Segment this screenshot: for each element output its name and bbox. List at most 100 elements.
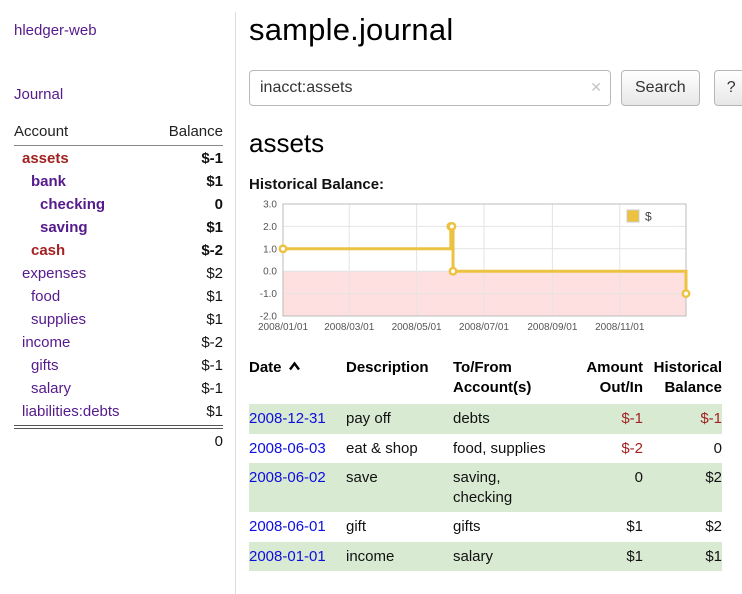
- description-cell: income: [346, 542, 453, 572]
- account-row: gifts $-1: [14, 354, 223, 377]
- journal-table-body: 2008-12-31pay offdebts$-1$-12008-06-03ea…: [249, 404, 722, 571]
- column-header-description: Description: [346, 356, 453, 404]
- account-row: assets $-1: [14, 147, 223, 170]
- account-balance: $1: [206, 403, 223, 420]
- search-input[interactable]: [249, 70, 611, 106]
- account-balance: $-2: [201, 242, 223, 259]
- chart-title: Historical Balance:: [249, 176, 722, 193]
- date-link[interactable]: 2008-12-31: [249, 410, 326, 427]
- account-row: food $1: [14, 285, 223, 308]
- svg-text:2.0: 2.0: [263, 222, 277, 233]
- svg-text:3.0: 3.0: [263, 200, 277, 211]
- journal-table-header-row: Date Description To/From Account(s) Amou…: [249, 356, 722, 404]
- accounts-cell: saving, checking: [453, 463, 565, 512]
- account-row: bank $1: [14, 170, 223, 193]
- accounts-cell: debts: [453, 404, 565, 434]
- amount-cell: 0: [565, 463, 643, 512]
- amount-cell: $1: [565, 512, 643, 542]
- main-content: sample.journal ✕ Search ? assets Histori…: [237, 12, 742, 571]
- account-link[interactable]: supplies: [14, 311, 86, 328]
- account-balance: $1: [206, 219, 223, 236]
- balance-cell: $-1: [643, 404, 722, 434]
- amount-cell: $-2: [565, 434, 643, 464]
- date-link[interactable]: 2008-06-03: [249, 440, 326, 457]
- account-balance: $-1: [201, 357, 223, 374]
- balance-cell: $2: [643, 512, 722, 542]
- account-link[interactable]: expenses: [14, 265, 86, 282]
- account-link[interactable]: checking: [14, 196, 105, 213]
- account-balance: $1: [206, 311, 223, 328]
- sidebar: hledger-web Journal Account Balance asse…: [0, 12, 236, 594]
- accounts-rows: assets $-1 bank $1 checking0 saving $1 cash $-2 e…: [14, 146, 223, 426]
- date-link[interactable]: 2008-01-01: [249, 548, 326, 565]
- description-cell: pay off: [346, 404, 453, 434]
- journal-table: Date Description To/From Account(s) Amou…: [249, 356, 722, 571]
- sidebar-item-journal[interactable]: Journal: [14, 86, 223, 103]
- date-link[interactable]: 2008-06-01: [249, 518, 326, 535]
- accounts-cell: salary: [453, 542, 565, 572]
- account-row: supplies $1: [14, 308, 223, 331]
- help-button[interactable]: ?: [714, 70, 742, 106]
- accounts-table: Account Balance assets $-1 bank $1 checking0…: [14, 121, 223, 454]
- account-balance: $1: [206, 288, 223, 305]
- account-row: saving $1: [14, 216, 223, 239]
- account-balance: $-1: [201, 380, 223, 397]
- balance-cell: $1: [643, 542, 722, 572]
- account-link[interactable]: salary: [14, 380, 71, 397]
- page-title: sample.journal: [249, 12, 722, 48]
- app-title-link[interactable]: hledger-web: [14, 22, 97, 39]
- clear-search-icon[interactable]: ✕: [590, 80, 602, 94]
- svg-text:2008/11/01: 2008/11/01: [595, 322, 645, 333]
- svg-text:2008/09/01: 2008/09/01: [527, 322, 577, 333]
- svg-text:-1.0: -1.0: [260, 289, 278, 300]
- balance-cell: $2: [643, 463, 722, 512]
- table-row: 2008-01-01incomesalary$1$1: [249, 542, 722, 572]
- column-header-balance: Historical Balance: [643, 356, 722, 404]
- account-link[interactable]: liabilities:debts: [14, 403, 120, 420]
- account-balance: $2: [206, 265, 223, 282]
- account-link[interactable]: assets: [14, 150, 69, 167]
- account-row: liabilities:debts $1: [14, 400, 223, 423]
- svg-text:2008/03/01: 2008/03/01: [324, 322, 374, 333]
- svg-text:2008/01/01: 2008/01/01: [258, 322, 308, 333]
- date-cell: 2008-01-01: [249, 542, 346, 572]
- date-header-label[interactable]: Date: [249, 359, 282, 376]
- svg-text:-2.0: -2.0: [260, 312, 278, 323]
- date-link[interactable]: 2008-06-02: [249, 469, 326, 486]
- table-row: 2008-06-02savesaving, checking0$2: [249, 463, 722, 512]
- account-link[interactable]: gifts: [14, 357, 59, 374]
- table-row: 2008-06-03 eat & shopfood, supplies$-20: [249, 434, 722, 464]
- balance-cell: 0: [643, 434, 722, 464]
- column-header-date[interactable]: Date: [249, 356, 346, 404]
- svg-text:$: $: [645, 210, 652, 224]
- column-header-amount: Amount Out/In: [565, 356, 643, 404]
- accounts-column-header: Account: [14, 123, 68, 140]
- description-cell: eat & shop: [346, 434, 453, 464]
- date-cell: 2008-06-01: [249, 512, 346, 542]
- date-cell: 2008-06-03: [249, 434, 346, 464]
- account-link[interactable]: cash: [14, 242, 65, 259]
- account-balance: $-1: [201, 150, 223, 167]
- balance-column-header: Balance: [169, 123, 223, 140]
- accounts-table-header: Account Balance: [14, 121, 223, 146]
- account-row: checking0: [14, 193, 223, 216]
- search-button[interactable]: Search: [621, 70, 700, 106]
- account-link[interactable]: bank: [14, 173, 66, 190]
- table-row: 2008-12-31pay offdebts$-1$-1: [249, 404, 722, 434]
- svg-text:2008/07/01: 2008/07/01: [459, 322, 509, 333]
- svg-text:1.0: 1.0: [263, 244, 277, 255]
- account-balance: $-2: [201, 334, 223, 351]
- column-header-accounts: To/From Account(s): [453, 356, 565, 404]
- account-balance: $1: [206, 173, 223, 190]
- account-link[interactable]: income: [14, 334, 70, 351]
- accounts-cell: food, supplies: [453, 434, 565, 464]
- date-cell: 2008-12-31: [249, 404, 346, 434]
- amount-cell: $-1: [565, 404, 643, 434]
- table-row: 2008-06-01giftgifts$1$2: [249, 512, 722, 542]
- account-link[interactable]: food: [14, 288, 60, 305]
- account-link[interactable]: saving: [14, 219, 88, 236]
- date-cell: 2008-06-02: [249, 463, 346, 512]
- search-form: ✕ Search ?: [249, 70, 722, 106]
- account-row: salary $-1: [14, 377, 223, 400]
- historical-balance-chart: 3.02.01.00.0-1.0-2.02008/01/012008/03/01…: [249, 198, 701, 340]
